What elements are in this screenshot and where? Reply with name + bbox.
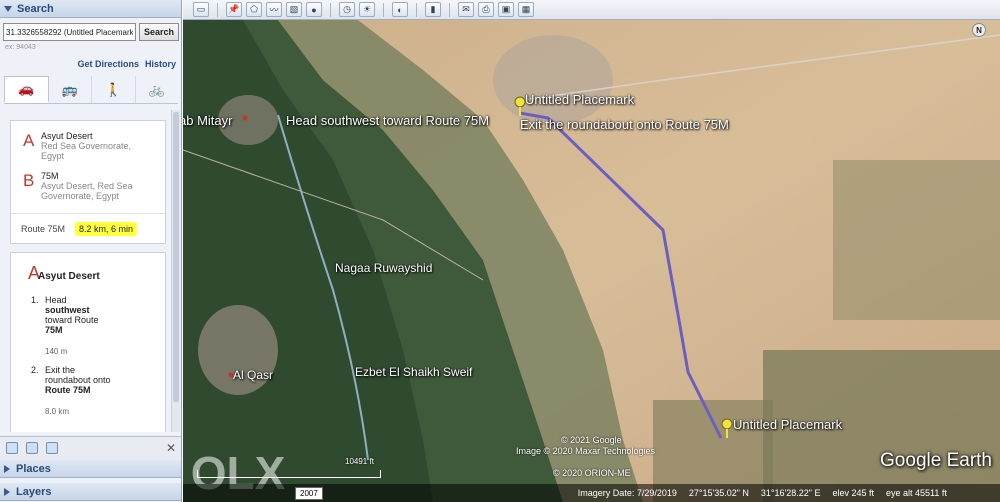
print-icon[interactable]: ⎙ <box>478 2 494 17</box>
map-label-village: Ezbet El Shaikh Sweif <box>355 365 473 379</box>
main-toolbar: ▭ 📌 ⬠ 〰 ▧ ● ◷ ☀ ◐ ▮ ✉ ⎙ ▣ ▦ <box>183 0 1000 20</box>
route-road-name: Route 75M <box>21 223 66 234</box>
image-overlay-icon[interactable]: ▧ <box>286 2 302 17</box>
search-row: Search <box>3 23 179 41</box>
walk-icon[interactable]: 🚶 <box>92 76 136 103</box>
imagery-date: Imagery Date: 7/29/2019 <box>577 488 677 498</box>
email-icon[interactable]: ✉ <box>458 2 474 17</box>
bike-icon[interactable]: 🚲 <box>136 76 179 103</box>
sidebar: Search Search ex: 94043 Get Directions H… <box>0 0 182 502</box>
compass-icon[interactable]: N <box>972 23 986 37</box>
map-label-placemark-start[interactable]: Untitled Placemark <box>525 92 634 107</box>
bus-icon[interactable]: 🚌 <box>49 76 92 103</box>
expand-triangle-icon <box>4 487 10 496</box>
copyright-orion: © 2020 ORION-ME <box>553 468 631 478</box>
history-link[interactable]: History <box>145 59 176 69</box>
layers-panel-header[interactable]: Layers <box>0 483 181 501</box>
route-distance-time: 8.2 km, 6 min <box>75 221 138 236</box>
map-label-placemark-end[interactable]: Untitled Placemark <box>733 417 842 432</box>
car-icon[interactable]: 🚗 <box>4 76 49 103</box>
print-icon[interactable] <box>26 442 38 454</box>
view-in-maps-icon[interactable]: ▦ <box>518 2 534 17</box>
waypoint-b-address: Asyut Desert, Red Sea Governorate, Egypt <box>41 181 133 201</box>
waypoint-b-name: 75M <box>41 171 59 181</box>
search-input[interactable] <box>3 23 136 41</box>
search-hint: ex: 94043 <box>5 44 36 51</box>
eye-altitude: eye alt 45511 ft <box>886 488 947 498</box>
elevation: elev 245 ft <box>832 488 875 498</box>
export-icon[interactable] <box>46 442 58 454</box>
route-summary-card[interactable]: A Asyut Desert Red Sea Governorate, Egyp… <box>10 120 166 244</box>
latitude: 27°15'35.02" N <box>688 488 749 498</box>
search-tools-bar: ✕ <box>0 436 181 460</box>
route-footer: Route 75M 8.2 km, 6 min <box>11 213 165 243</box>
planets-icon[interactable]: ◐ <box>392 2 408 17</box>
steps-start: A Asyut Desert <box>28 263 100 284</box>
places-panel-header[interactable]: Places <box>0 460 181 478</box>
sunlight-icon[interactable]: ☀ <box>359 2 375 17</box>
waypoint-b[interactable]: B 75M Asyut Desert, Red Sea Governorate,… <box>23 171 153 201</box>
step-distance: 8.0 km <box>45 407 70 416</box>
directions-results: A Asyut Desert Red Sea Governorate, Egyp… <box>4 110 176 432</box>
waypoint-a[interactable]: A Asyut Desert Red Sea Governorate, Egyp… <box>23 131 153 161</box>
close-icon[interactable]: ✕ <box>166 441 176 455</box>
route-step[interactable]: 2. Exit the roundabout onto Route 75M 8.… <box>31 365 111 416</box>
record-tour-icon[interactable]: ● <box>306 2 322 17</box>
polygon-icon[interactable]: ⬠ <box>246 2 262 17</box>
travel-mode-tabs: 🚗 🚌 🚶 🚲 <box>4 76 178 104</box>
historical-year-badge[interactable]: 2007 <box>295 486 323 500</box>
copyright-google: © 2021 Google <box>561 435 622 445</box>
route-steps-card: A Asyut Desert 1. Head southwest toward … <box>10 252 166 432</box>
placemark-icon[interactable]: 📌 <box>226 2 242 17</box>
search-button[interactable]: Search <box>139 23 179 41</box>
waypoint-a-marker: A <box>23 131 35 150</box>
sidebar-toggle-icon[interactable]: ▭ <box>193 2 209 17</box>
steps-start-name: Asyut Desert <box>38 271 100 282</box>
copyright-imagery: Image © 2020 Maxar Technologies <box>516 446 656 456</box>
scrollbar-thumb[interactable] <box>173 112 179 402</box>
step-distance: 140 m <box>45 347 68 356</box>
layers-panel-title: Layers <box>16 485 52 498</box>
waypoint-b-marker: B <box>23 171 35 190</box>
expand-triangle-icon <box>4 464 10 473</box>
places-panel-title: Places <box>16 462 51 475</box>
map-label-step-1: Head southwest toward Route 75M <box>286 113 490 128</box>
route-step[interactable]: 1. Head southwest toward Route 75M 140 m <box>31 295 99 356</box>
ruler-icon[interactable]: ▮ <box>425 2 441 17</box>
map-label-town: ab Mitayr <box>183 113 233 128</box>
town-marker <box>242 115 248 121</box>
search-panel-header[interactable]: Search <box>0 0 181 18</box>
map-label-village: Nagaa Ruwayshid <box>335 261 433 275</box>
map-label-step-2: Exit the roundabout onto Route 75M <box>520 117 729 132</box>
path-icon[interactable]: 〰 <box>266 2 282 17</box>
map-view[interactable]: ab Mitayr Head southwest toward Route 75… <box>183 20 1000 502</box>
scale-label: 10491 ft <box>345 457 374 466</box>
copy-icon[interactable] <box>6 442 18 454</box>
save-image-icon[interactable]: ▣ <box>498 2 514 17</box>
results-scrollbar[interactable] <box>171 110 180 432</box>
get-directions-link[interactable]: Get Directions <box>77 59 139 69</box>
collapse-triangle-icon <box>4 5 12 12</box>
search-panel-title: Search <box>17 2 54 15</box>
google-earth-logo: Google Earth <box>880 450 992 471</box>
map-label-town: Al Qasr <box>233 368 274 382</box>
longitude: 31°16'28.22" E <box>760 488 821 498</box>
waypoint-a-name: Asyut Desert <box>41 131 93 141</box>
direction-links: Get Directions History <box>77 59 176 69</box>
waypoint-a-address: Red Sea Governorate, Egypt <box>41 141 132 161</box>
status-bar: 2007 Imagery Date: 7/29/2019 27°15'35.02… <box>183 484 1000 502</box>
historical-imagery-icon[interactable]: ◷ <box>339 2 355 17</box>
